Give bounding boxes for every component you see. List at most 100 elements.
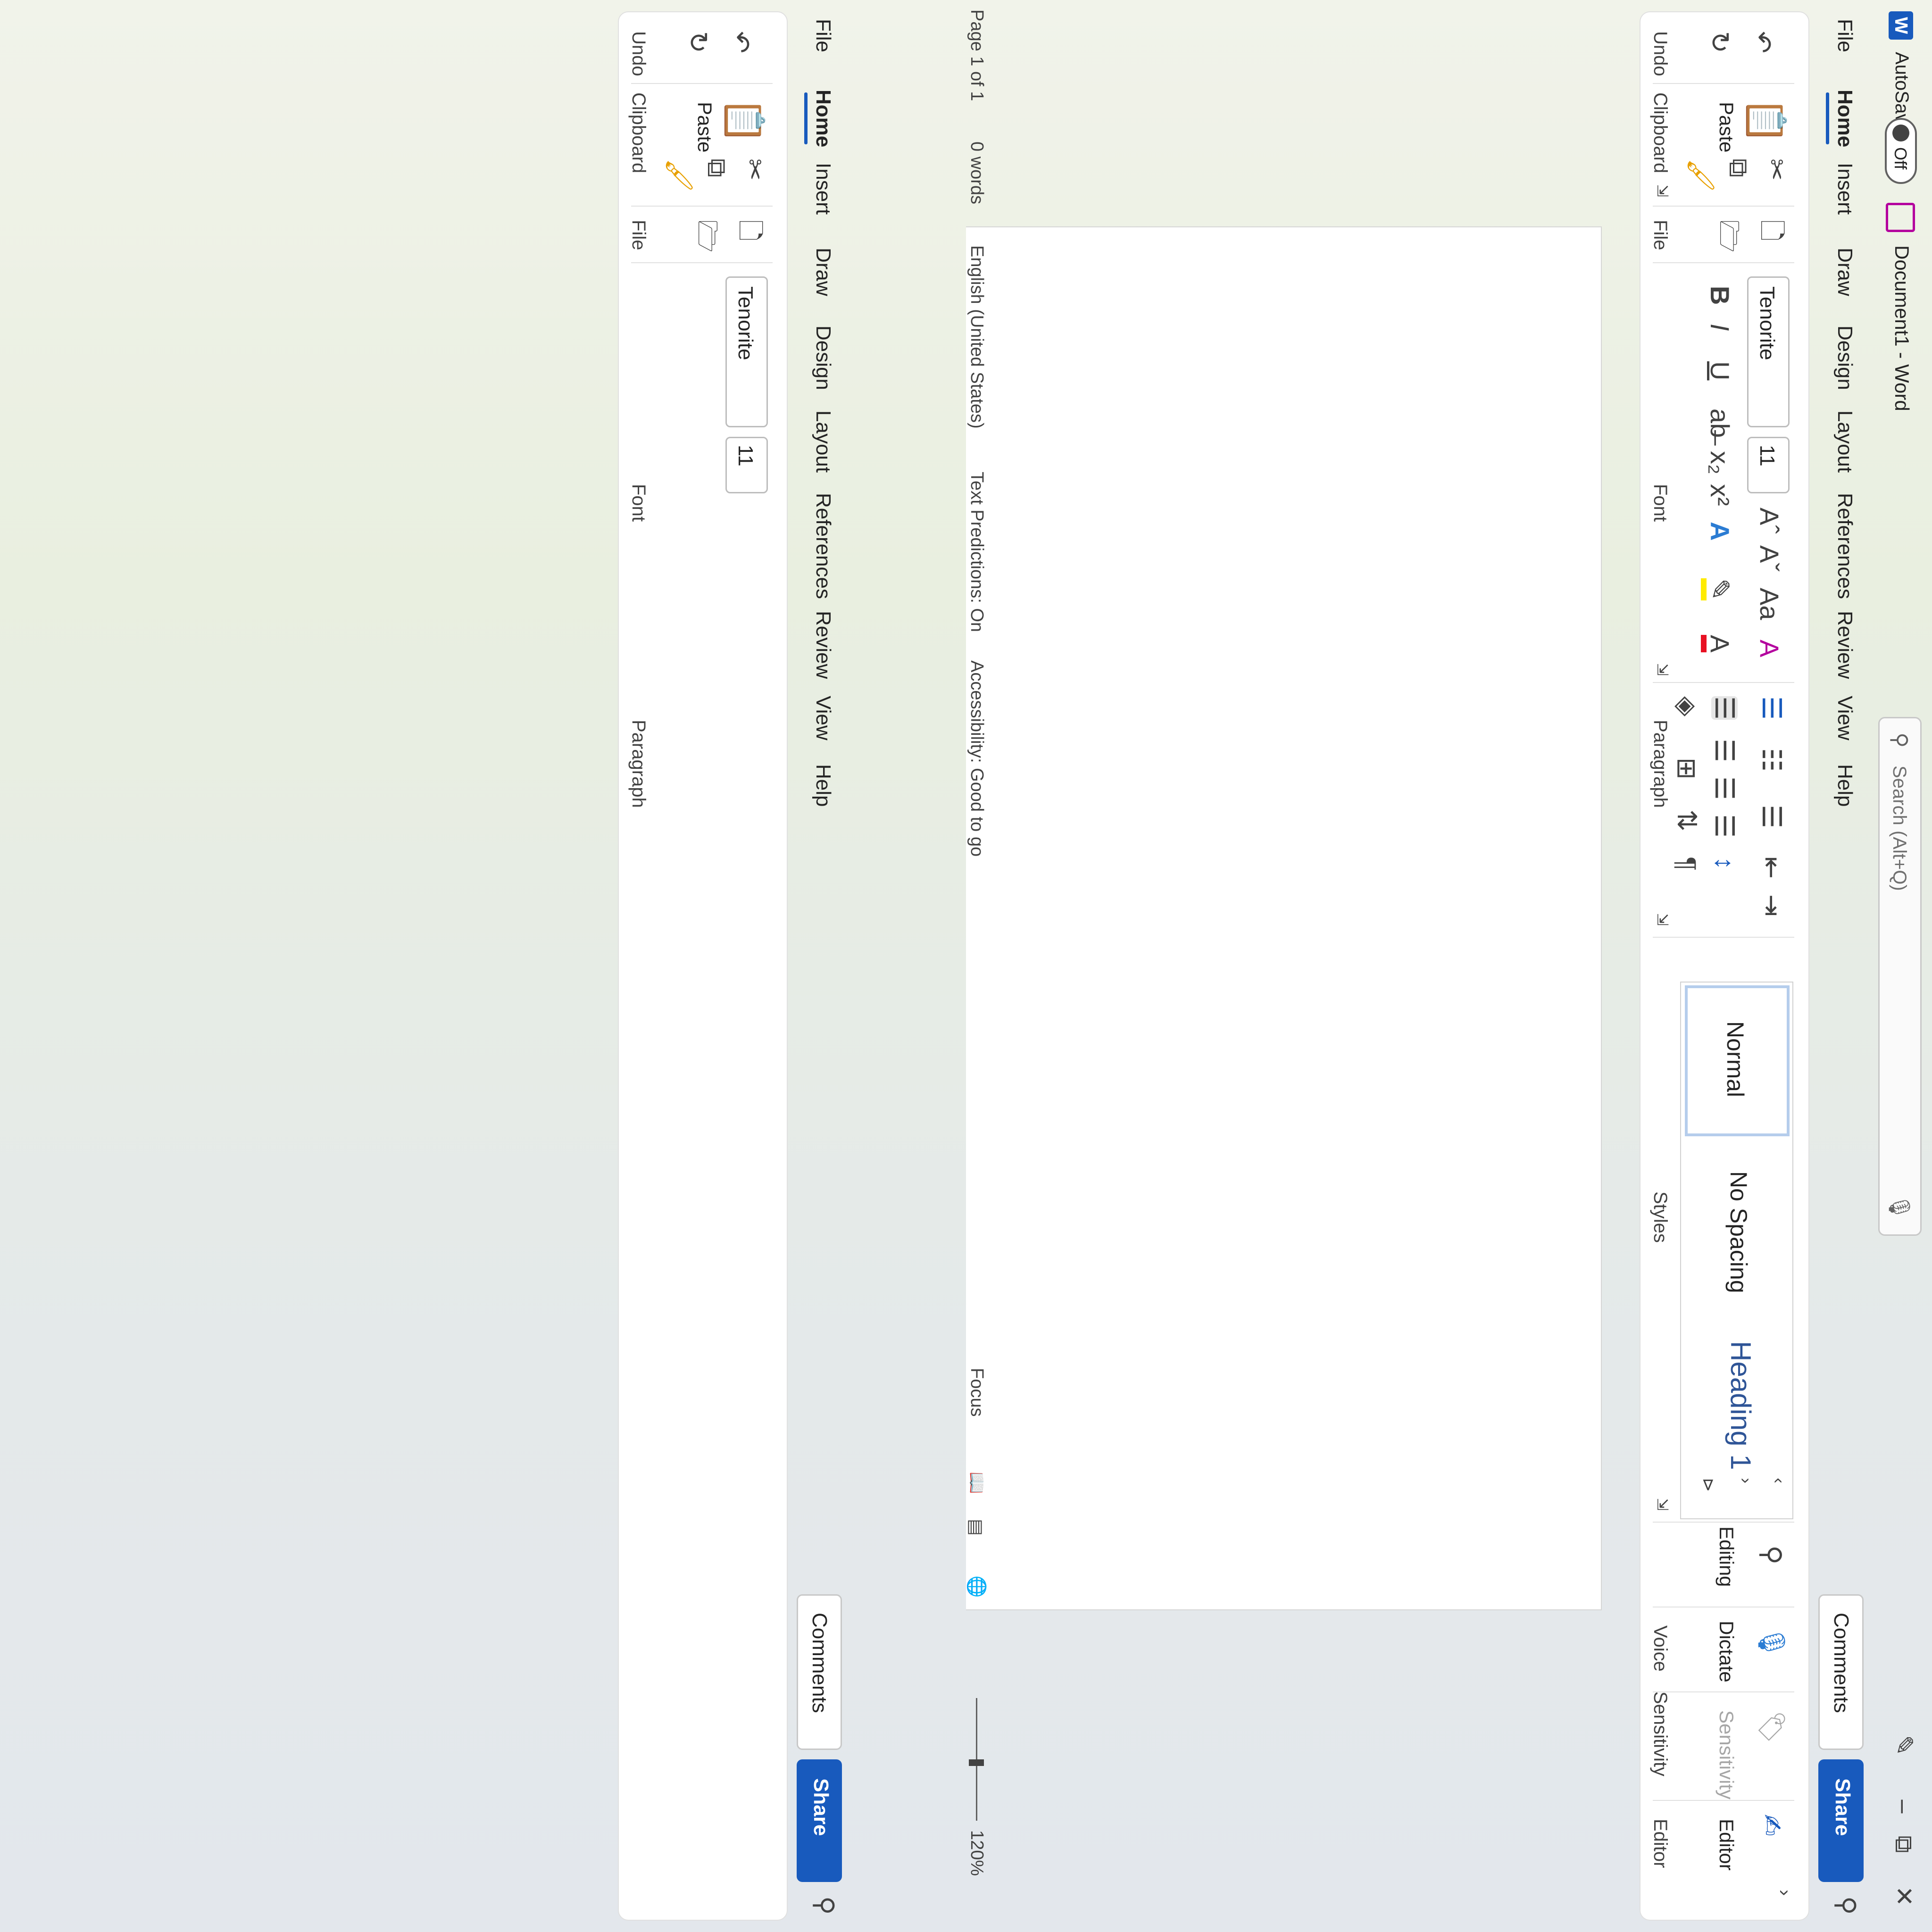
tab-help[interactable]: Help [1833,764,1857,807]
search-box[interactable]: ⚲ Search (Alt+Q) 🎙 [1878,717,1922,1236]
font-size-combobox[interactable]: 11 [725,437,768,493]
editing-label[interactable]: Editing [1715,1526,1738,1587]
italic-icon[interactable]: I [1705,324,1735,331]
align-center-icon[interactable]: ☰ [1710,739,1740,762]
shrink-font-icon[interactable]: Aˇ [1755,545,1784,572]
tab-help[interactable]: Help [811,764,835,807]
font-launcher-icon[interactable]: ⇲ [1654,663,1672,676]
undo-icon[interactable]: ↶ [726,31,756,53]
paste-label[interactable]: Paste [1715,102,1738,152]
tab-file[interactable]: File [811,19,835,52]
undo-icon[interactable]: ↶ [1748,31,1777,53]
comments-button[interactable]: Comments [1818,1594,1864,1750]
tab-review[interactable]: Review [811,611,835,679]
tab-draw[interactable]: Draw [1833,248,1857,296]
sort-icon[interactable]: ⇅ [1672,809,1702,832]
text-predictions[interactable]: Text Predictions: On [966,472,987,632]
grow-font-icon[interactable]: Aˆ [1755,508,1784,534]
dictate-icon[interactable]: 🎙 [1757,1625,1787,1659]
microphone-icon[interactable]: 🎙 [1887,1194,1912,1220]
accessibility-status[interactable]: Accessibility: Good to go [966,660,987,857]
paste-icon[interactable]: 📋 [1745,97,1787,144]
comments-button[interactable]: Comments [797,1594,842,1750]
align-right-icon[interactable]: ☰ [1710,776,1740,800]
justify-icon[interactable]: ☰ [1710,814,1740,838]
language[interactable]: English (United States) [966,245,987,429]
copy-icon[interactable]: ⧉ [702,158,732,177]
font-name-combobox[interactable]: Tenorite [725,276,768,427]
new-file-icon[interactable]: 🗋 [1757,220,1787,241]
editor-button-label[interactable]: Editor [1715,1819,1738,1871]
shading-icon[interactable]: ◈ [1672,696,1702,716]
tab-layout[interactable]: Layout [1833,410,1857,473]
minimize-button[interactable]: – [1890,1788,1918,1825]
tab-file[interactable]: File [1833,19,1857,52]
restore-button[interactable]: ⧉ [1889,1825,1918,1863]
font-size-combobox[interactable]: 11 [1747,437,1790,493]
clear-formatting-icon[interactable]: A [1755,640,1784,657]
tab-layout[interactable]: Layout [811,410,835,473]
ribbon-expand-icon[interactable]: › [1774,1890,1795,1896]
format-painter-icon[interactable]: 🖌 [1686,158,1716,192]
bullets-icon[interactable]: ☰ [1757,696,1787,720]
find-icon[interactable]: ⚲ [1757,1545,1787,1565]
subscript-icon[interactable]: x₂ [1705,451,1735,475]
styles-launcher-icon[interactable]: ⇲ [1654,1498,1672,1511]
increase-indent-icon[interactable]: ⇥ [1757,894,1787,916]
tab-view[interactable]: View [1833,696,1857,741]
tab-home[interactable]: Home [811,90,835,147]
text-effects-icon[interactable]: A [1705,522,1735,541]
tab-view[interactable]: View [811,696,835,741]
styles-more-icon[interactable]: ⊳ [1699,1478,1718,1492]
autosave-toggle[interactable]: Off [1885,118,1917,184]
change-case-icon[interactable]: Aa [1755,588,1784,620]
catch-up-icon[interactable]: ⚲ [810,1896,840,1915]
font-color-icon[interactable]: A [1701,635,1735,653]
editor-icon[interactable]: ✍ [1757,1814,1787,1836]
highlight-color-icon[interactable]: ✎ [1701,578,1735,600]
document-page[interactable] [966,226,1602,1610]
open-file-icon[interactable]: 🗁 [1715,220,1744,252]
font-name-combobox[interactable]: Tenorite [1747,276,1790,427]
clipboard-launcher-icon[interactable]: ⇲ [1654,184,1672,197]
tab-insert[interactable]: Insert [1833,163,1857,215]
decrease-indent-icon[interactable]: ⇤ [1757,857,1787,879]
show-formatting-icon[interactable]: ¶ [1672,857,1702,871]
tab-design[interactable]: Design [1833,325,1857,390]
tab-review[interactable]: Review [1833,611,1857,679]
format-painter-icon[interactable]: 🖌 [665,158,694,192]
print-layout-icon[interactable]: ▤ [966,1519,987,1536]
page-count[interactable]: Page 1 of 1 [966,9,987,101]
tab-design[interactable]: Design [811,325,835,390]
style-no-spacing[interactable]: No Spacing [1725,1171,1752,1293]
zoom-level[interactable]: 120% [966,1830,987,1876]
borders-icon[interactable]: ⊞ [1672,758,1702,780]
focus-button[interactable]: Focus [966,1368,987,1416]
paste-label[interactable]: Paste [693,102,716,152]
tab-references[interactable]: References [811,493,835,599]
bold-icon[interactable]: B [1705,286,1735,305]
share-button[interactable]: Share [1818,1759,1864,1882]
tab-insert[interactable]: Insert [811,163,835,215]
redo-icon[interactable]: ↻ [1705,31,1735,53]
open-file-icon[interactable]: 🗁 [693,220,723,252]
superscript-icon[interactable]: x² [1705,484,1735,506]
save-icon[interactable] [1886,203,1915,232]
new-file-icon[interactable]: 🗋 [735,220,765,241]
dictate-label[interactable]: Dictate [1715,1621,1738,1682]
paragraph-launcher-icon[interactable]: ⇲ [1654,913,1672,926]
tab-home[interactable]: Home [1833,90,1857,147]
align-left-icon[interactable]: ☰ [1710,696,1740,720]
tab-references[interactable]: References [1833,493,1857,599]
cut-icon[interactable]: ✂ [740,158,770,181]
tab-draw[interactable]: Draw [811,248,835,296]
word-count[interactable]: 0 words [966,142,987,204]
style-heading-1[interactable]: Heading 1 [1724,1341,1757,1470]
pen-icon[interactable]: ✎ [1890,1726,1918,1764]
multilevel-list-icon[interactable]: ☰ [1757,805,1787,828]
line-spacing-icon[interactable]: ↕ [1710,857,1740,870]
cut-icon[interactable]: ✂ [1762,158,1791,181]
underline-icon[interactable]: U [1705,361,1735,380]
numbering-icon[interactable]: ☷ [1757,748,1787,772]
zoom-thumb[interactable] [969,1759,984,1766]
